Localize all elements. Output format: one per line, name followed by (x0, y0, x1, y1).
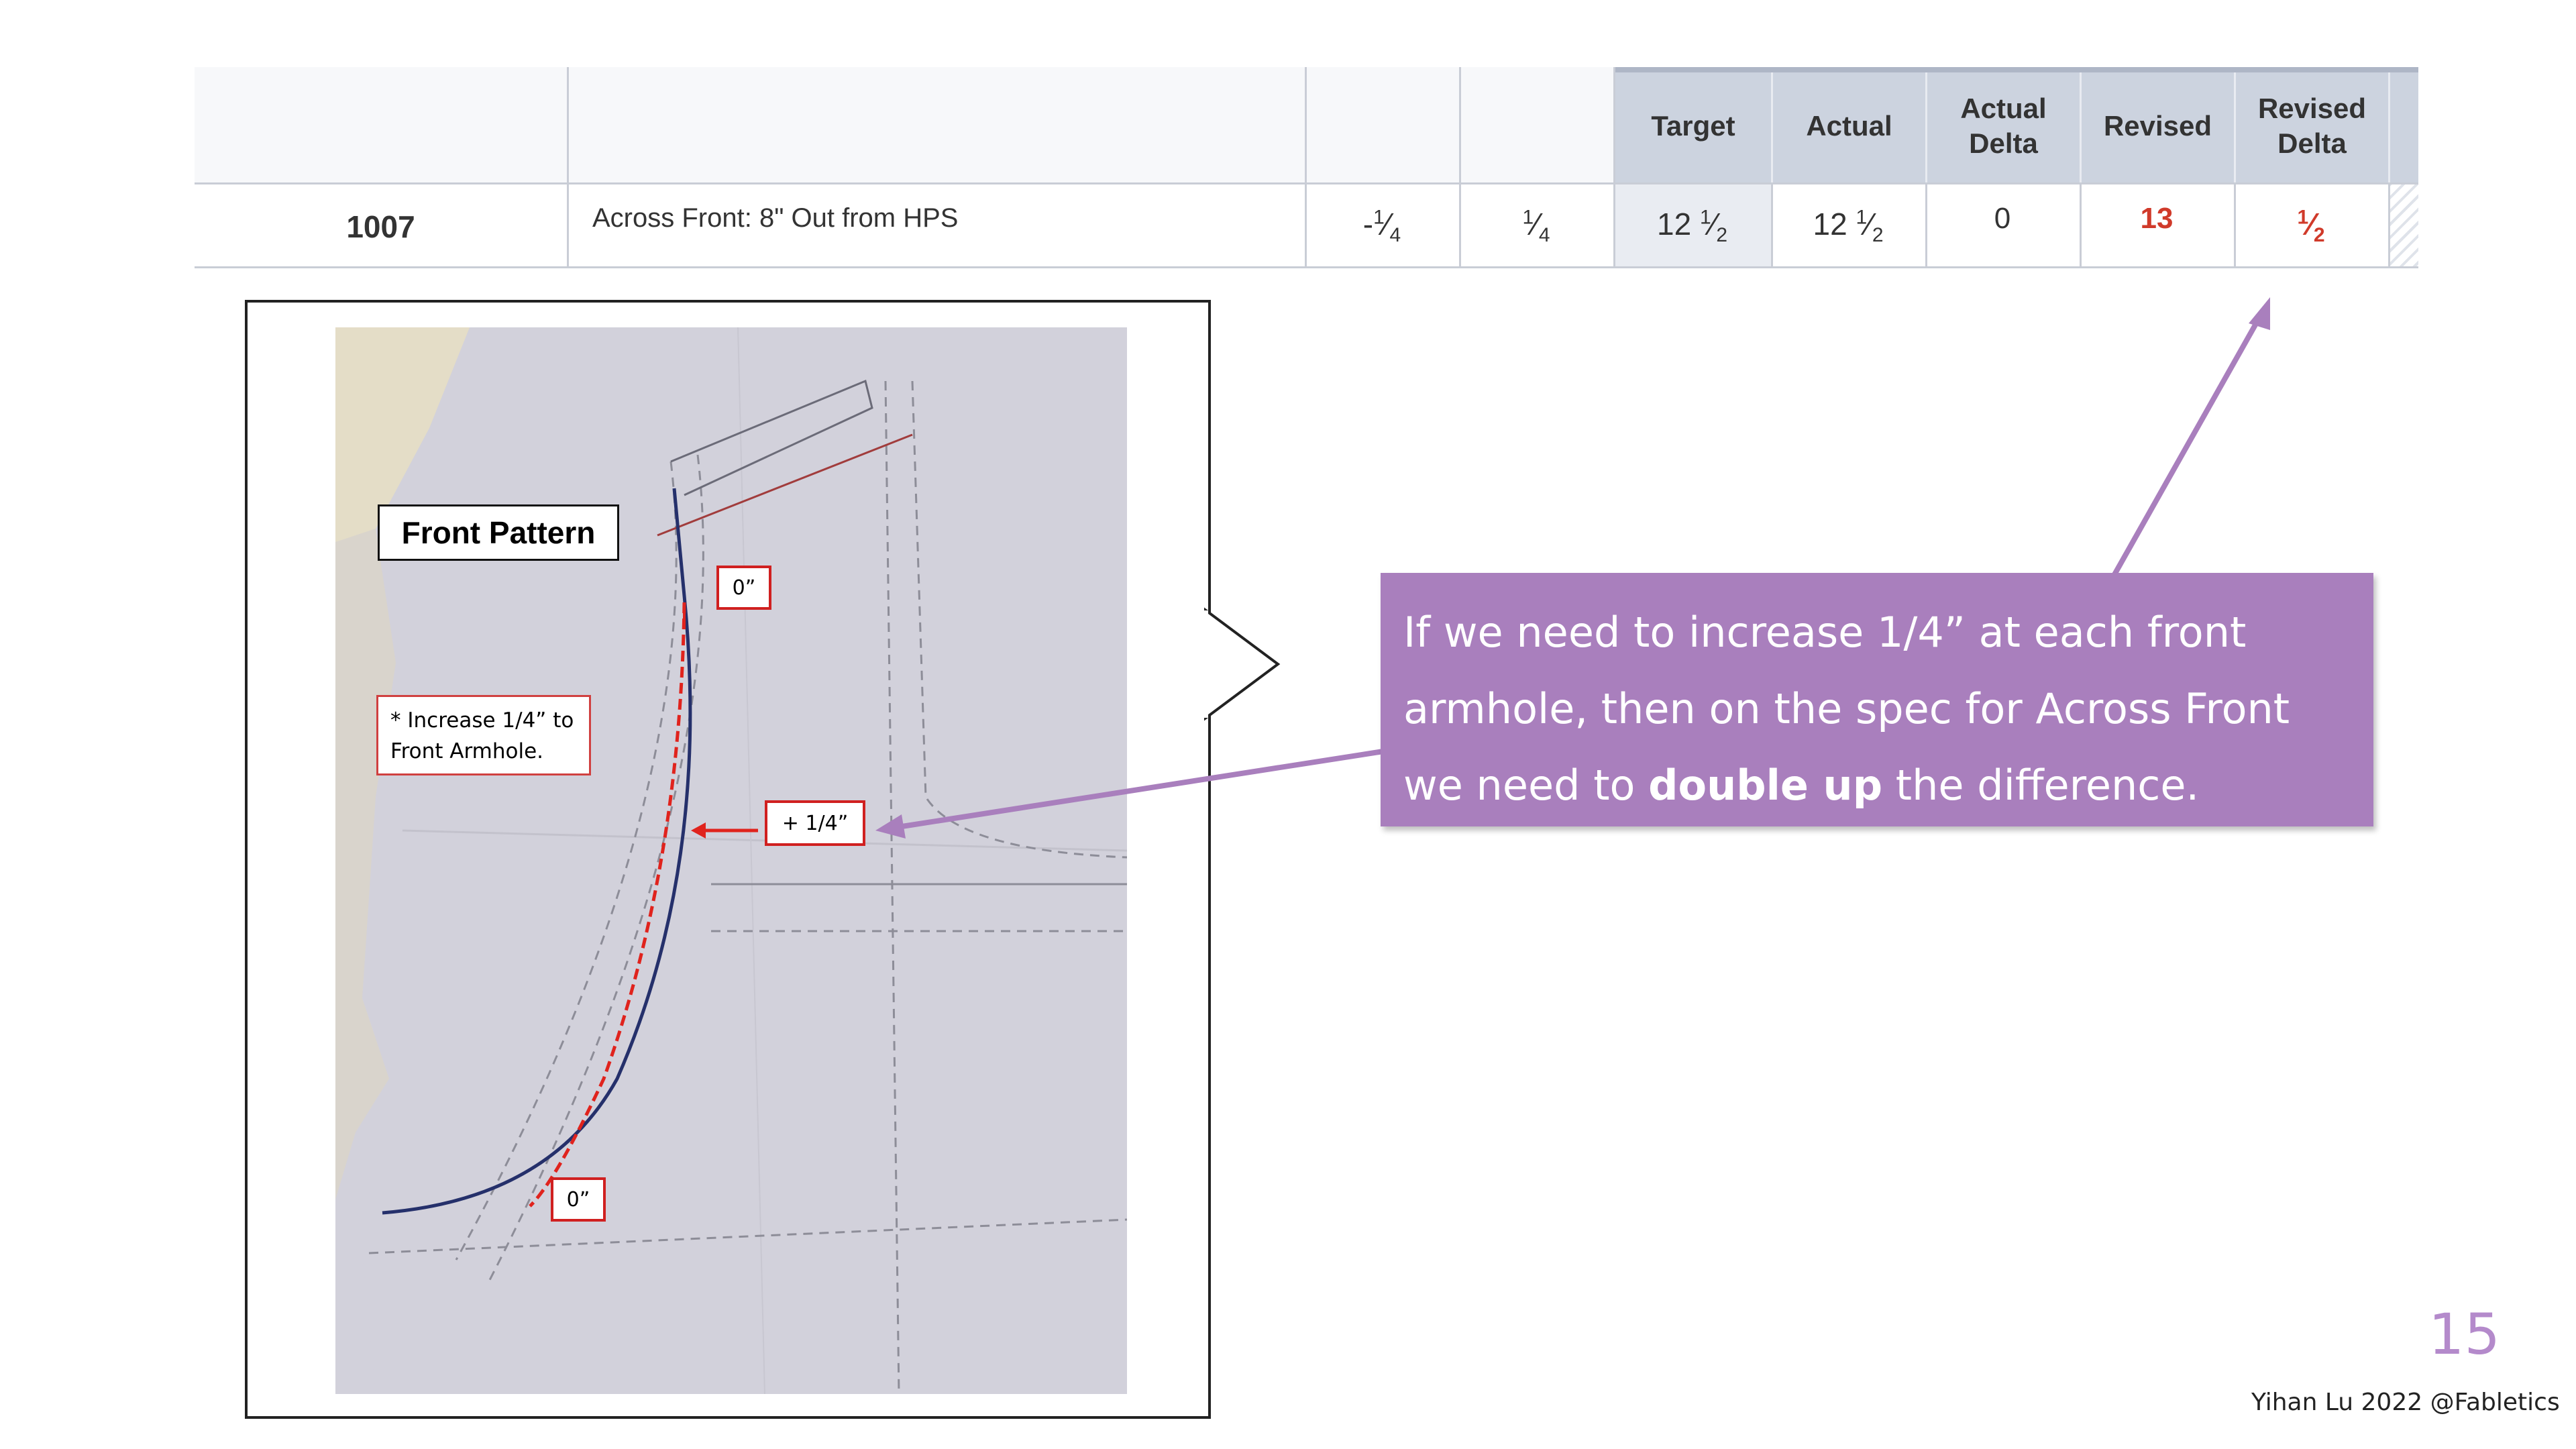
arrow-to-revised-delta (2110, 314, 2263, 578)
callout-line1: If we need to increase 1/4” at each fron… (1403, 608, 2247, 657)
page-number: 15 (2428, 1301, 2500, 1367)
arrow-to-photo-marker (897, 749, 1384, 830)
callout-line3-pre: we need to (1403, 761, 1649, 810)
callout-line2: armhole, then on the spec for Across Fro… (1403, 684, 2290, 733)
arrow-head-photo-marker (875, 814, 906, 839)
footer-credit: Yihan Lu 2022 @Fabletics (2251, 1389, 2560, 1416)
callout-emphasis: double up (1648, 761, 1883, 810)
callout-line3-post: the difference. (1882, 761, 2200, 810)
callout-line3: we need to double up the difference. (1403, 747, 2351, 824)
callout-box: If we need to increase 1/4” at each fron… (1381, 573, 2373, 826)
arrow-head-revised-delta (2249, 297, 2270, 330)
